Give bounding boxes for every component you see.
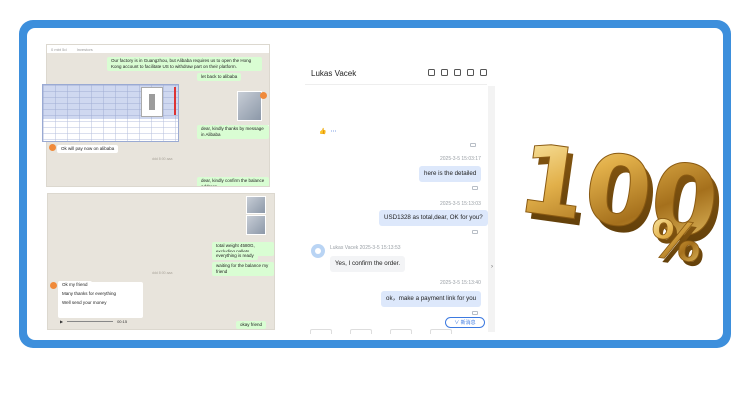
graphic-percent: % [646, 209, 706, 268]
play-icon[interactable]: ▶ [60, 319, 63, 324]
audio-progress[interactable] [67, 320, 114, 322]
profile-icon[interactable] [428, 69, 435, 76]
wa-message-in: Ok my friend [58, 281, 92, 289]
chat-message-out: ok，make a payment link for you [381, 291, 482, 307]
translate-icon[interactable] [454, 69, 461, 76]
wa-voice-message[interactable]: ▶ 00:15 [60, 318, 127, 324]
wa-avatar [50, 282, 57, 289]
wa-image-thumbnail [237, 91, 262, 121]
order-sheet-image[interactable] [42, 84, 179, 142]
product-photo [141, 87, 163, 117]
wa-topbar-item: 0 mbt 5d [51, 47, 67, 52]
new-message-button[interactable]: ∨ 新消息 [445, 317, 485, 328]
wa-message-in: Ok will pay now on alibaba [57, 145, 119, 153]
wa-message-in: Well send your money [58, 299, 111, 307]
wa-message-out: Our factory is in Guangzhou, but Alibaba… [107, 57, 262, 71]
read-receipt-icon [472, 230, 478, 234]
note-icon[interactable] [441, 69, 448, 76]
wa-message-in: Many thanks for everything [58, 290, 121, 298]
bottom-tab[interactable] [310, 329, 332, 334]
chat-message-out: USD1328 as total,dear, OK for you? [379, 210, 488, 226]
bottom-tab[interactable] [390, 329, 412, 334]
contact-avatar[interactable] [311, 244, 325, 258]
read-receipt-icon [470, 143, 476, 147]
sender-line: Lukas Vacek 2025-3-5 15:13:53 [330, 245, 401, 251]
chat-divider [305, 84, 487, 85]
wa-topbar: 0 mbt 5d Investors [47, 45, 269, 53]
wa-message-out: waiting for the balance my friend [212, 262, 274, 276]
chat-toolbar [428, 69, 487, 76]
read-receipt-icon [472, 311, 478, 315]
wa-day-marker: ddd 8:00 aaa [152, 157, 173, 161]
chat-contact-name: Lukas Vacek [311, 69, 357, 78]
wa-message-out: dear, kindly thanks by message in Alibab… [197, 125, 269, 139]
wa-topbar-item: Investors [76, 47, 93, 52]
wa-message-out: everything is ready [212, 252, 258, 260]
message-timestamp: 2025-3-5 15:03:17 [440, 156, 481, 162]
audio-duration: 00:15 [117, 318, 128, 324]
read-receipt-icon [472, 186, 478, 190]
message-icon[interactable] [467, 69, 474, 76]
wa-avatar [49, 144, 56, 151]
message-timestamp: 2025-3-5 15:13:40 [440, 280, 481, 286]
wa-image-thumbnail [246, 196, 266, 214]
bottom-tab[interactable] [350, 329, 372, 334]
message-timestamp: 2025-3-5 15:13:03 [440, 201, 481, 207]
chat-message-in: Yes, I confirm the order. [330, 256, 406, 272]
chat-bottom-tabs [310, 329, 485, 335]
wa-message-out: okay friend [236, 321, 267, 329]
wa-day-marker: ddd 8:00 aaa [152, 271, 173, 275]
chat-scrollbar[interactable] [488, 86, 495, 332]
image-actions: 👍 ⋯ [319, 128, 336, 135]
whatsapp-screenshot-bottom: total weight 4580G, excluding pallets ev… [47, 193, 275, 330]
wa-message-out: dear, kindly confirm the balance address [197, 177, 269, 186]
call-icon[interactable] [480, 69, 487, 76]
order-highlight [174, 87, 176, 115]
wa-image-thumbnail [246, 215, 266, 235]
gold-100-percent-graphic: 100 100 % % [511, 122, 720, 268]
bottom-tab[interactable] [430, 329, 452, 334]
more-icon[interactable]: ⋯ [330, 128, 336, 135]
wa-message-out: let back to alibaba [197, 73, 242, 81]
chat-message-out: here is the detailed [419, 166, 482, 182]
thumbs-up-icon[interactable]: 👍 [319, 128, 326, 135]
wa-avatar [260, 92, 267, 99]
